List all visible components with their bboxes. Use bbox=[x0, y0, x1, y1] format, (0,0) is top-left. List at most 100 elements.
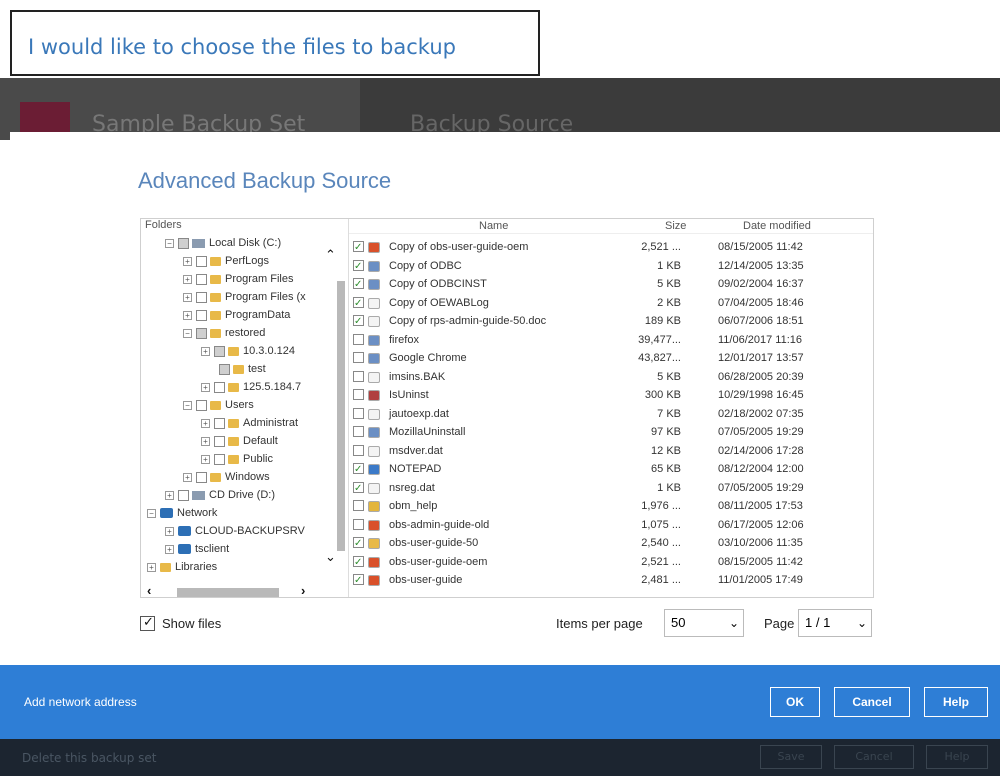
tree-item[interactable]: +10.3.0.124 bbox=[201, 342, 295, 360]
file-checkbox[interactable] bbox=[353, 352, 364, 363]
file-checkbox[interactable] bbox=[353, 572, 364, 590]
tree-checkbox[interactable] bbox=[196, 471, 207, 483]
file-checkbox[interactable] bbox=[353, 313, 364, 331]
file-row[interactable]: Google Chrome 43,827... 12/01/2017 13:57 bbox=[349, 349, 873, 367]
file-checkbox[interactable] bbox=[353, 333, 364, 345]
tree-scroll-thumb[interactable] bbox=[337, 281, 345, 551]
tree-vertical-scrollbar[interactable] bbox=[337, 247, 347, 551]
tree-checkbox[interactable] bbox=[214, 453, 225, 465]
file-checkbox[interactable] bbox=[353, 370, 364, 382]
expand-icon[interactable]: + bbox=[165, 526, 174, 536]
expand-icon[interactable]: + bbox=[183, 274, 192, 284]
tree-scroll-left-icon[interactable]: ‹ bbox=[147, 583, 151, 597]
tree-item[interactable]: + Public bbox=[201, 450, 273, 468]
file-checkbox[interactable] bbox=[353, 500, 364, 511]
tree-item[interactable]: + tsclient bbox=[165, 540, 229, 558]
file-row[interactable]: nsreg.dat 1 KB 07/05/2005 19:29 bbox=[349, 479, 873, 498]
collapse-icon[interactable]: − bbox=[165, 238, 174, 248]
tree-checkbox[interactable] bbox=[219, 363, 230, 375]
tree-item[interactable]: − restored bbox=[183, 324, 265, 342]
tree-checkbox[interactable] bbox=[196, 309, 207, 321]
cancel-button[interactable]: Cancel bbox=[834, 687, 910, 717]
tree-horizontal-scroll-thumb[interactable] bbox=[177, 588, 279, 597]
items-per-page-select[interactable]: 50 ⌄ bbox=[664, 609, 744, 637]
tree-item[interactable]: + Program Files bbox=[183, 270, 293, 288]
file-row[interactable]: IsUninst 300 KB 10/29/1998 16:45 bbox=[349, 386, 873, 404]
file-checkbox[interactable] bbox=[353, 444, 364, 456]
add-network-address-link[interactable]: Add network address bbox=[24, 695, 137, 709]
collapse-icon[interactable]: − bbox=[183, 328, 192, 338]
tree-item[interactable]: + Program Files (x bbox=[183, 288, 306, 306]
expand-icon[interactable]: + bbox=[201, 346, 210, 356]
file-row[interactable]: obs-admin-guide-old 1,075 ... 06/17/2005 1… bbox=[349, 516, 873, 534]
file-checkbox[interactable] bbox=[353, 407, 364, 419]
tree-item[interactable]: + CD Drive (D:) bbox=[165, 486, 275, 504]
collapse-icon[interactable]: − bbox=[147, 508, 156, 518]
collapse-icon[interactable]: − bbox=[183, 400, 192, 410]
file-checkbox[interactable] bbox=[353, 426, 364, 437]
tree-item[interactable]: + Libraries bbox=[147, 558, 217, 576]
file-row[interactable]: Copy of ODBC 1 KB 12/14/2005 13:35 bbox=[349, 257, 873, 276]
file-checkbox[interactable] bbox=[353, 258, 364, 276]
ok-button[interactable]: OK bbox=[770, 687, 820, 717]
tree-item[interactable]: − Network bbox=[147, 504, 217, 522]
tree-scroll-down-icon[interactable]: ⌄ bbox=[325, 549, 336, 565]
expand-icon[interactable]: + bbox=[201, 436, 210, 446]
tree-checkbox[interactable] bbox=[196, 291, 207, 303]
footer-help-button[interactable]: Help bbox=[926, 745, 988, 769]
tree-checkbox[interactable] bbox=[196, 327, 207, 339]
file-checkbox[interactable] bbox=[353, 276, 364, 294]
file-row[interactable]: msdver.dat 12 KB 02/14/2006 17:28 bbox=[349, 442, 873, 460]
tree-checkbox[interactable] bbox=[214, 417, 225, 429]
expand-icon[interactable]: + bbox=[147, 562, 156, 572]
file-row[interactable]: jautoexp.dat 7 KB 02/18/2002 07:35 bbox=[349, 405, 873, 423]
tree-checkbox[interactable] bbox=[196, 399, 207, 411]
file-row[interactable]: Copy of OEWABLog 2 KB 07/04/2005 18:46 bbox=[349, 294, 873, 313]
expand-icon[interactable]: + bbox=[201, 382, 210, 392]
page-select[interactable]: 1 / 1 ⌄ bbox=[798, 609, 872, 637]
file-checkbox[interactable] bbox=[353, 535, 364, 553]
tree-checkbox[interactable] bbox=[196, 273, 207, 285]
expand-icon[interactable]: + bbox=[165, 490, 174, 500]
tree-checkbox[interactable] bbox=[178, 237, 189, 249]
file-checkbox[interactable] bbox=[353, 461, 364, 479]
expand-icon[interactable]: + bbox=[183, 256, 192, 266]
file-row[interactable]: Copy of obs-user-guide-oem 2,521 ... 08/15… bbox=[349, 238, 873, 257]
help-button[interactable]: Help bbox=[924, 687, 988, 717]
expand-icon[interactable]: + bbox=[183, 292, 192, 302]
file-row[interactable]: NOTEPAD 65 KB 08/12/2004 12:00 bbox=[349, 460, 873, 479]
tree-item[interactable]: + Administrat bbox=[201, 414, 298, 432]
expand-icon[interactable]: + bbox=[183, 472, 192, 482]
file-row[interactable]: firefox 39,477... 11/06/2017 11:16 bbox=[349, 331, 873, 349]
file-row[interactable]: MozillaUninstall 97 KB 07/05/2005 19:29 bbox=[349, 423, 873, 441]
expand-icon[interactable]: + bbox=[183, 310, 192, 320]
tree-item[interactable]: + CLOUD-BACKUPSRV bbox=[165, 522, 305, 540]
tree-checkbox[interactable] bbox=[214, 435, 225, 447]
tree-item[interactable]: + Default bbox=[201, 432, 278, 450]
expand-icon[interactable]: + bbox=[201, 418, 210, 428]
column-name[interactable]: Name bbox=[479, 220, 508, 232]
tree-item[interactable]: − Users bbox=[183, 396, 254, 414]
tree-item[interactable]: + ProgramData bbox=[183, 306, 290, 324]
tree-checkbox[interactable] bbox=[196, 255, 207, 267]
footer-save-button[interactable]: Save bbox=[760, 745, 822, 769]
tree-scroll-right-icon[interactable]: › bbox=[301, 583, 305, 597]
file-row[interactable]: obs-user-guide 2,481 ... 11/01/2005 17:49 bbox=[349, 571, 873, 590]
file-row[interactable]: obs-user-guide-50 2,540 ... 03/10/2006 11:… bbox=[349, 534, 873, 553]
file-checkbox[interactable] bbox=[353, 480, 364, 498]
tree-item[interactable]: + Windows bbox=[183, 468, 270, 486]
file-row[interactable]: imsins.BAK 5 KB 06/28/2005 20:39 bbox=[349, 368, 873, 386]
tree-scroll-up-icon[interactable]: ⌃ bbox=[325, 247, 336, 263]
file-row[interactable]: obs-user-guide-oem 2,521 ... 08/15/2005 11… bbox=[349, 553, 873, 572]
file-row[interactable]: Copy of rps-admin-guide-50.doc 189 KB 06/0… bbox=[349, 312, 873, 331]
tree-item[interactable]: +125.5.184.7 bbox=[201, 378, 301, 396]
tree-checkbox[interactable] bbox=[178, 489, 189, 501]
file-checkbox[interactable] bbox=[353, 295, 364, 313]
tree-checkbox[interactable] bbox=[214, 381, 225, 393]
column-size[interactable]: Size bbox=[665, 220, 686, 232]
tree-checkbox[interactable] bbox=[214, 345, 225, 357]
column-date-modified[interactable]: Date modified bbox=[743, 220, 811, 232]
expand-icon[interactable]: + bbox=[165, 544, 174, 554]
expand-icon[interactable]: + bbox=[201, 454, 210, 464]
file-row[interactable]: obm_help 1,976 ... 08/11/2005 17:53 bbox=[349, 497, 873, 515]
